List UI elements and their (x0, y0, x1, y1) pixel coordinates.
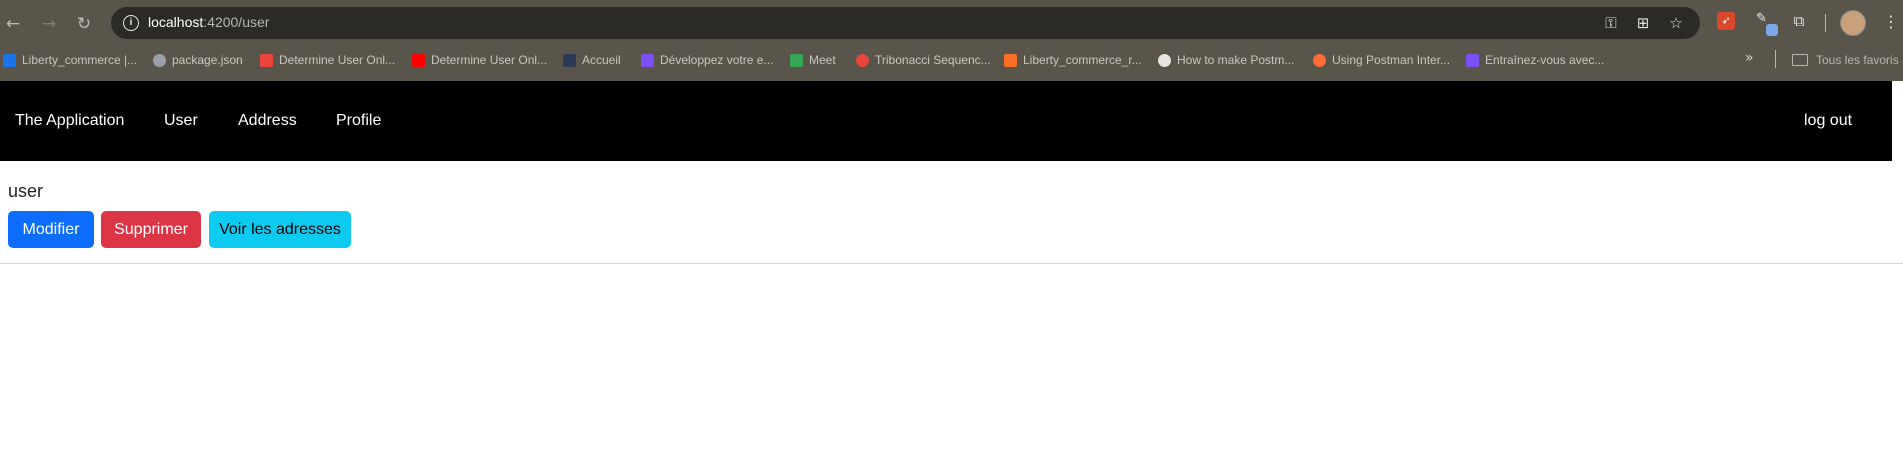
site-info-icon[interactable]: i (123, 15, 139, 31)
bookmark-label: Entraînez-vous avec... (1485, 53, 1605, 67)
delete-button[interactable]: Supprimer (101, 211, 201, 248)
bookmark-item[interactable]: Liberty_commerce |... (3, 50, 137, 70)
bookmark-label: Determine User Onl... (431, 53, 548, 67)
bookmark-star-icon[interactable]: ☆ (1666, 13, 1686, 33)
bookmark-label: Développez votre e... (660, 53, 774, 67)
forward-arrow-icon[interactable]: → (36, 11, 62, 37)
github-icon (1158, 53, 1171, 67)
bookmark-item[interactable]: package.json (153, 50, 243, 70)
all-bookmarks-button[interactable]: Tous les favoris (1792, 50, 1899, 70)
nav-link-address[interactable]: Address (238, 112, 297, 130)
extension-badge-icon[interactable]: ✎ (1756, 10, 1778, 36)
address-bar[interactable]: i localhost:4200/user ⚿ ⊞ ☆ (111, 7, 1700, 39)
reload-icon[interactable]: ↻ (71, 11, 97, 37)
trello-icon (3, 53, 16, 67)
modify-button[interactable]: Modifier (8, 211, 94, 248)
profile-avatar[interactable] (1840, 10, 1866, 36)
bookmark-item[interactable]: Entraînez-vous avec... (1466, 50, 1604, 70)
logout-link[interactable]: log out (1804, 112, 1852, 130)
nav-link-profile[interactable]: Profile (336, 112, 381, 130)
navbar-brand[interactable]: The Application (15, 112, 124, 130)
browser-chrome: ← → ↻ i localhost:4200/user ⚿ ⊞ ☆ ➶ ✎ ⧉ … (0, 0, 1903, 81)
more-bookmarks-icon[interactable]: » (1745, 50, 1754, 66)
bookmark-label: Liberty_commerce_r... (1023, 53, 1142, 67)
bookmarks-divider (1775, 50, 1776, 68)
bookmark-label: Determine User Onl... (279, 53, 396, 67)
toolbar-divider (1825, 14, 1826, 32)
bookmark-label: Meet (809, 53, 836, 67)
gitlab-icon (1004, 53, 1017, 67)
bookmark-label: package.json (172, 53, 243, 67)
app-navbar: The Application User Address Profile log… (0, 81, 1892, 161)
bookmark-label: Using Postman Inter... (1332, 53, 1451, 67)
url-text[interactable]: localhost:4200/user (148, 14, 269, 30)
bookmark-label: Liberty_commerce |... (22, 53, 138, 67)
bookmarks-bar: Liberty_commerce |... package.json Deter… (0, 46, 1903, 74)
bookmark-item[interactable]: Liberty_commerce_r... (1004, 50, 1142, 70)
rocket-extension-icon[interactable]: ➶ (1717, 12, 1735, 30)
globe-icon (153, 53, 166, 67)
bookmark-item[interactable]: Determine User Onl... (260, 50, 395, 70)
youtube-icon (412, 53, 425, 67)
bookmark-item[interactable]: Using Postman Inter... (1313, 50, 1450, 70)
bookmark-item[interactable]: Tribonacci Sequenc... (856, 50, 991, 70)
mg-icon (563, 53, 576, 67)
bookmark-label: Tribonacci Sequenc... (875, 53, 991, 67)
bookmark-label: How to make Postm... (1177, 53, 1295, 67)
bookmark-item[interactable]: Determine User Onl... (412, 50, 547, 70)
bookmark-item[interactable]: Meet (790, 50, 836, 70)
all-bookmarks-label: Tous les favoris (1816, 53, 1899, 67)
divider (0, 263, 1903, 264)
codewars-icon (856, 53, 869, 67)
page-title: user (8, 181, 44, 201)
translate-icon[interactable]: ⊞ (1633, 13, 1653, 33)
bookmark-item[interactable]: Accueil (563, 50, 621, 70)
url-path: :4200/user (203, 14, 270, 30)
meet-icon (790, 53, 803, 67)
view-addresses-button[interactable]: Voir les adresses (209, 211, 351, 248)
back-arrow-icon[interactable]: ← (0, 11, 26, 37)
site-favicon-icon (260, 53, 273, 67)
url-host: localhost (148, 14, 204, 30)
bookmark-label: Accueil (582, 53, 621, 67)
bookmark-item[interactable]: How to make Postm... (1158, 50, 1294, 70)
openclassrooms-icon (1466, 53, 1479, 67)
extensions-puzzle-icon[interactable]: ⧉ (1790, 12, 1808, 30)
nav-link-user[interactable]: User (164, 112, 198, 130)
browser-toolbar: ← → ↻ i localhost:4200/user ⚿ ⊞ ☆ ➶ ✎ ⧉ … (0, 0, 1903, 46)
folder-icon (1792, 54, 1808, 66)
openclassrooms-icon (641, 53, 654, 67)
browser-menu-icon[interactable]: ⋮ (1883, 10, 1899, 34)
postman-icon (1313, 53, 1326, 67)
bookmark-item[interactable]: Développez votre e... (641, 50, 773, 70)
password-key-icon[interactable]: ⚿ (1601, 13, 1621, 33)
